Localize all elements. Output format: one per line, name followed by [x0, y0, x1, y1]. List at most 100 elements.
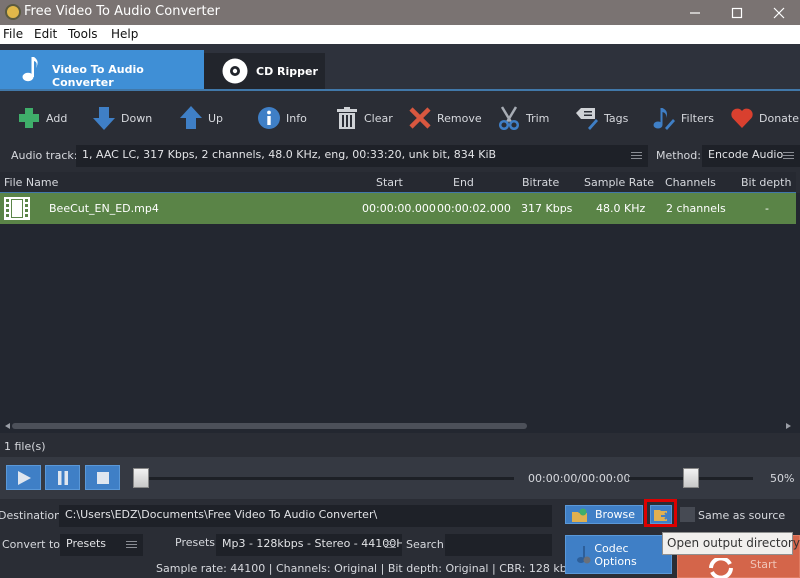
- music-filter-icon: [653, 108, 675, 130]
- table-row[interactable]: BeeCut_EN_ED.mp4 00:00:00.000 00:00:02.0…: [0, 193, 796, 224]
- column-bitrate[interactable]: Bitrate: [522, 176, 559, 189]
- method-select[interactable]: Encode Audio: [702, 145, 800, 167]
- tags-button[interactable]: Tags: [575, 105, 628, 131]
- column-channels[interactable]: Channels: [665, 176, 716, 189]
- disc-icon: [222, 58, 248, 84]
- filters-label: Filters: [681, 111, 714, 125]
- search-input[interactable]: [445, 534, 552, 556]
- convert-to-label: Convert to:: [2, 538, 64, 551]
- remove-button[interactable]: Remove: [408, 105, 482, 131]
- file-sample-rate: 48.0 KHz: [596, 202, 646, 215]
- dropdown-icon: [783, 152, 794, 159]
- info-button[interactable]: Info: [257, 105, 307, 131]
- maximize-button[interactable]: [717, 0, 757, 25]
- down-button[interactable]: Down: [92, 105, 152, 131]
- arrow-up-icon: [180, 106, 202, 129]
- minimize-icon: [690, 11, 700, 14]
- up-button[interactable]: Up: [179, 105, 223, 131]
- stop-button[interactable]: [85, 465, 120, 490]
- presets-select[interactable]: Mp3 - 128kbps - Stereo - 44100H: [216, 534, 402, 556]
- player-bar: 00:00:00/00:00:00 50%: [0, 457, 800, 499]
- add-label: Add: [46, 111, 68, 125]
- menu-file[interactable]: File: [3, 27, 23, 41]
- tag-icon: [576, 108, 598, 130]
- dropdown-icon: [631, 152, 642, 159]
- menu-tools[interactable]: Tools: [68, 27, 98, 41]
- minimize-button[interactable]: [675, 0, 715, 25]
- same-as-source-checkbox[interactable]: [680, 507, 695, 522]
- audio-track-value: 1, AAC LC, 317 Kbps, 2 channels, 48.0 KH…: [82, 148, 497, 161]
- info-label: Info: [286, 111, 307, 125]
- tab-video-to-audio-label: Video To Audio Converter: [52, 63, 144, 89]
- file-bit-depth: -: [765, 202, 769, 215]
- title-bar: Free Video To Audio Converter: [0, 0, 800, 25]
- convert-to-select[interactable]: Presets: [60, 534, 143, 556]
- destination-value: C:\Users\EDZ\Documents\Free Video To Aud…: [65, 508, 378, 521]
- dropdown-icon: [126, 541, 137, 548]
- convert-to-value: Presets: [66, 537, 107, 550]
- highlight-box: [644, 499, 677, 527]
- presets-value: Mp3 - 128kbps - Stereo - 44100H: [222, 537, 402, 550]
- donate-label: Donate: [759, 111, 799, 125]
- up-label: Up: [208, 111, 224, 125]
- tooltip: Open output directory: [662, 532, 800, 555]
- add-button[interactable]: Add: [17, 105, 67, 131]
- browse-button[interactable]: Browse: [565, 505, 643, 524]
- arrow-down-icon: [93, 107, 115, 130]
- scroll-right-icon[interactable]: [786, 423, 791, 429]
- search-label: Search:: [406, 538, 448, 551]
- remove-label: Remove: [437, 111, 482, 125]
- tags-label: Tags: [604, 111, 629, 125]
- trim-label: Trim: [526, 111, 550, 125]
- column-sample-rate[interactable]: Sample Rate: [584, 176, 654, 189]
- audio-track-label: Audio track:: [11, 149, 78, 162]
- toolbar: Add Down Up Info Clear Remove Trim Tags …: [0, 93, 800, 145]
- close-button[interactable]: [759, 0, 799, 25]
- refresh-icon: [709, 558, 733, 578]
- column-file-name[interactable]: File Name: [4, 176, 58, 189]
- down-label: Down: [121, 111, 153, 125]
- column-start[interactable]: Start: [376, 176, 403, 189]
- folder-browse-icon: [572, 508, 587, 522]
- volume-slider-thumb[interactable]: [683, 468, 699, 488]
- same-as-source-label: Same as source: [698, 509, 786, 522]
- app-logo-icon: [5, 4, 21, 20]
- presets-label: Presets:: [175, 536, 219, 549]
- method-label: Method:: [656, 149, 701, 162]
- tab-video-to-audio[interactable]: Video To Audio Converter: [0, 50, 204, 89]
- seek-slider-thumb[interactable]: [133, 468, 149, 488]
- column-bit-depth[interactable]: Bit depth: [741, 176, 791, 189]
- pause-button[interactable]: [45, 465, 80, 490]
- audio-track-select[interactable]: 1, AAC LC, 317 Kbps, 2 channels, 48.0 KH…: [76, 145, 648, 167]
- codec-options-button[interactable]: Codec Options: [565, 535, 672, 574]
- trash-icon: [337, 107, 357, 129]
- file-end: 00:00:02.000: [437, 202, 511, 215]
- filters-button[interactable]: Filters: [652, 105, 714, 131]
- play-button[interactable]: [6, 465, 41, 490]
- start-label: Start: [750, 558, 777, 571]
- trim-button[interactable]: Trim: [497, 105, 549, 131]
- file-list: BeeCut_EN_ED.mp4 00:00:00.000 00:00:02.0…: [0, 193, 800, 433]
- clear-label: Clear: [364, 111, 393, 125]
- scrollbar-thumb[interactable]: [12, 423, 527, 429]
- stop-icon: [96, 471, 109, 484]
- menu-edit[interactable]: Edit: [34, 27, 57, 41]
- horizontal-scrollbar[interactable]: [0, 421, 800, 431]
- column-end[interactable]: End: [453, 176, 474, 189]
- time-display: 00:00:00/00:00:00: [528, 472, 631, 485]
- codec-options-label: Codec Options: [594, 541, 637, 568]
- menu-bar: File Edit Tools Help: [0, 25, 800, 44]
- scroll-left-icon[interactable]: [5, 423, 10, 429]
- file-channels: 2 channels: [666, 202, 726, 215]
- seek-track[interactable]: [133, 477, 514, 480]
- x-icon: [409, 107, 431, 129]
- scissors-icon: [498, 106, 520, 130]
- donate-button[interactable]: Donate: [730, 105, 799, 131]
- pause-icon: [57, 470, 68, 485]
- close-icon: [773, 7, 785, 18]
- menu-help[interactable]: Help: [111, 27, 138, 41]
- clear-button[interactable]: Clear: [335, 105, 393, 131]
- tab-cd-ripper[interactable]: CD Ripper: [204, 53, 325, 89]
- destination-input[interactable]: C:\Users\EDZ\Documents\Free Video To Aud…: [59, 505, 552, 527]
- browse-label: Browse: [595, 508, 636, 521]
